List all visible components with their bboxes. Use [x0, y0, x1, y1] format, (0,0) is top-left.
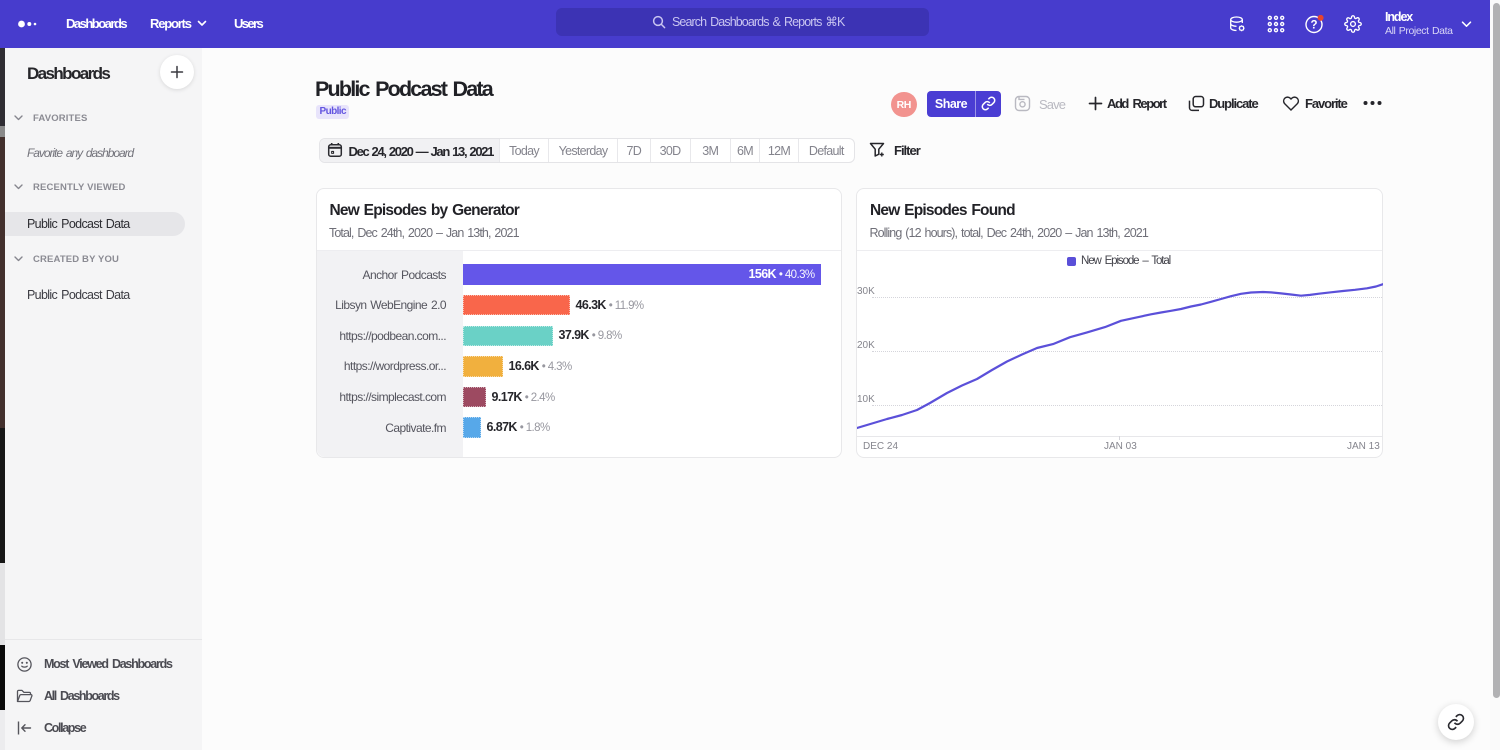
- svg-text:?: ?: [1310, 20, 1317, 32]
